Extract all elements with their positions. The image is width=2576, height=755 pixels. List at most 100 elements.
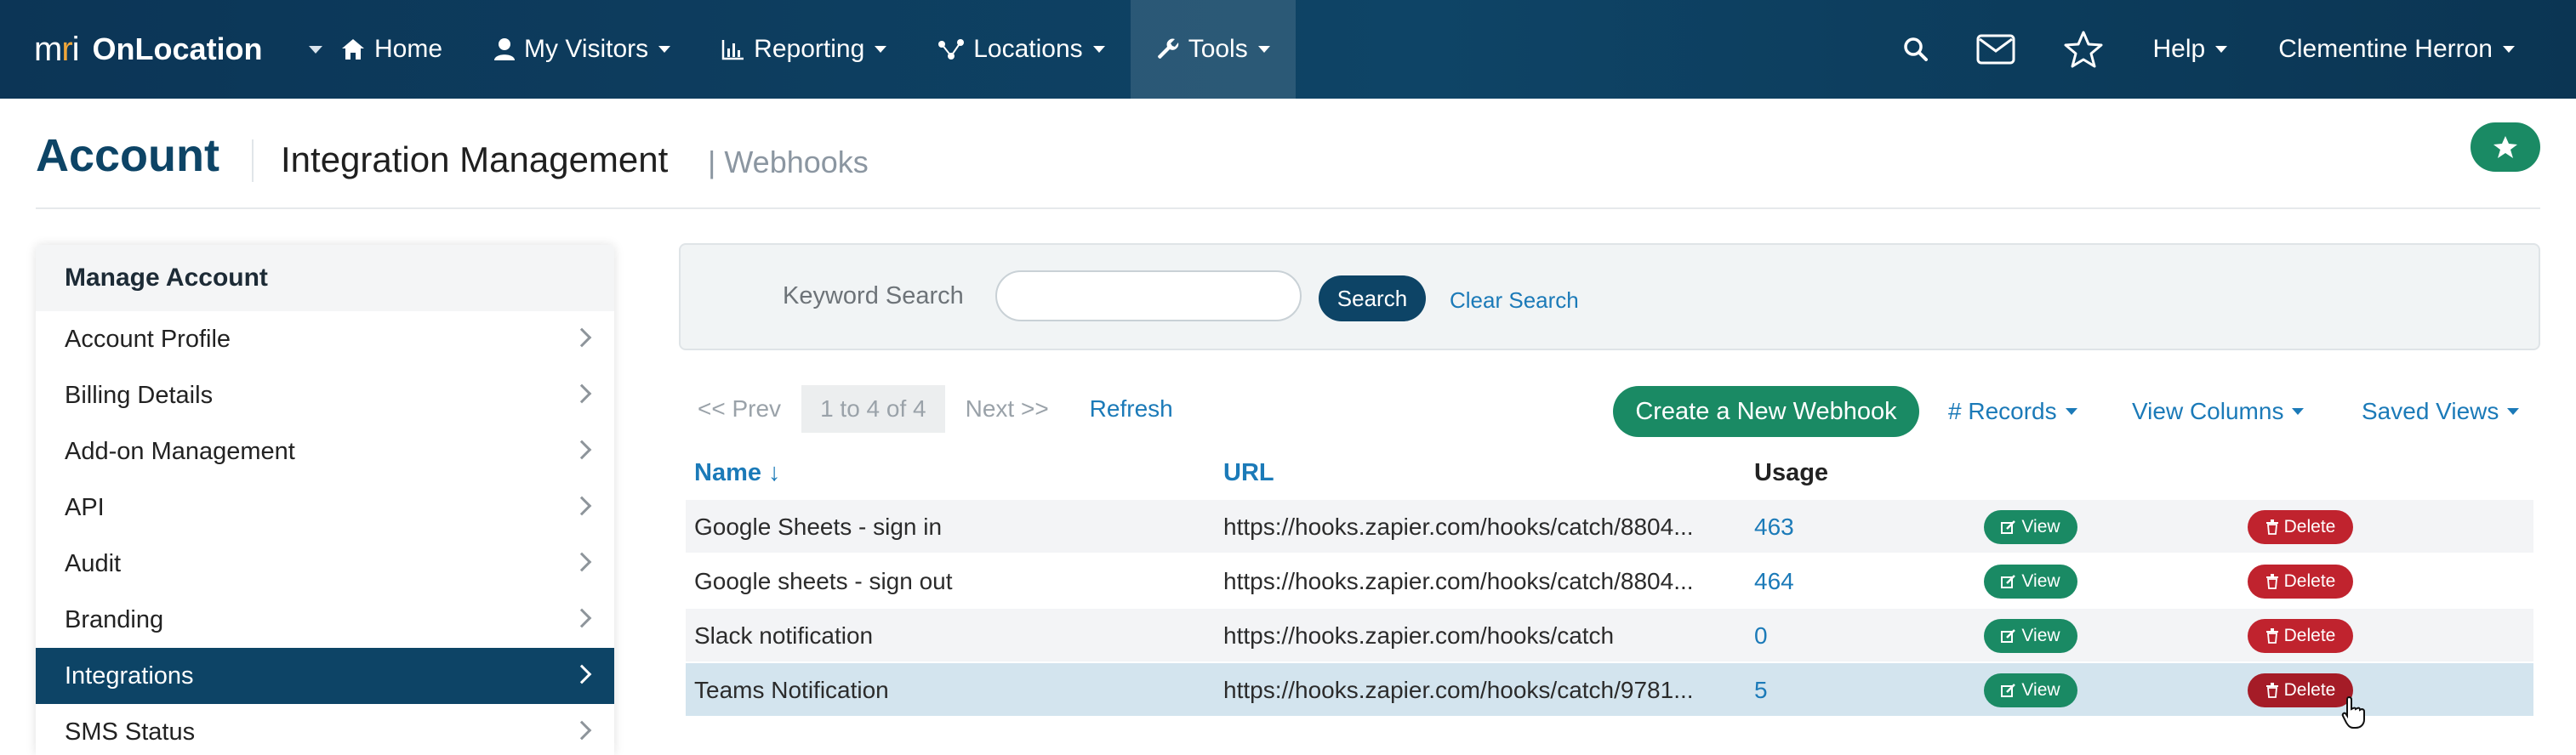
view-button[interactable]: View: [1984, 565, 2077, 599]
search-button[interactable]: [1879, 0, 1952, 99]
nav-help-label: Help: [2152, 35, 2206, 63]
usage-link[interactable]: 5: [1754, 677, 1768, 704]
edit-icon: [2001, 629, 2016, 643]
search-button[interactable]: Search: [1319, 275, 1426, 321]
hand-cursor-icon: [2341, 695, 2365, 729]
delete-button-label: Delete: [2283, 571, 2336, 591]
chevron-down-icon: [658, 46, 671, 53]
trash-icon: [2265, 628, 2278, 644]
delete-button[interactable]: Delete: [2248, 673, 2353, 707]
chevron-down-icon: [2292, 408, 2305, 415]
nav-locations[interactable]: Locations: [912, 0, 1130, 99]
header-divider: [252, 139, 254, 182]
delete-button[interactable]: Delete: [2248, 619, 2353, 653]
top-navbar: mri OnLocation Home My Visitors Reportin…: [0, 0, 2576, 99]
chevron-down-icon: [2503, 46, 2515, 53]
sidebar-item-label: API: [65, 493, 105, 521]
nav-my-visitors[interactable]: My Visitors: [468, 0, 696, 99]
usage-link[interactable]: 0: [1754, 622, 1768, 650]
sidebar-item-sms-status[interactable]: SMS Status: [36, 704, 614, 755]
clear-search-link[interactable]: Clear Search: [1450, 287, 1579, 314]
page-title: Account: [36, 130, 219, 181]
usage-link[interactable]: 464: [1754, 568, 1794, 595]
chevron-down-icon: [875, 46, 887, 53]
view-button[interactable]: View: [1984, 619, 2077, 653]
webhook-url: https://hooks.zapier.com/hooks/catch: [1223, 622, 1615, 649]
sidebar-item-label: Integrations: [65, 661, 194, 690]
nav-reporting[interactable]: Reporting: [696, 0, 912, 99]
prev-page-link[interactable]: << Prev: [698, 395, 781, 423]
delete-button[interactable]: Delete: [2248, 510, 2353, 544]
view-button[interactable]: View: [1984, 510, 2077, 544]
brand-name: OnLocation: [92, 31, 263, 66]
column-header-url[interactable]: URL: [1223, 459, 1274, 487]
saved-views-label: Saved Views: [2362, 398, 2499, 424]
sidebar-item-addon-management[interactable]: Add-on Management: [36, 423, 614, 480]
trash-icon: [2265, 519, 2278, 535]
table-row[interactable]: Google sheets - sign out https://hooks.z…: [686, 554, 2533, 607]
view-columns-label: View Columns: [2132, 398, 2284, 424]
user-name: Clementine Herron: [2278, 35, 2493, 63]
sidebar-heading: Manage Account: [36, 245, 614, 311]
trash-icon: [2265, 683, 2278, 698]
section-subtitle: | Webhooks: [708, 145, 869, 179]
nav-tools-label: Tools: [1188, 35, 1248, 63]
delete-button[interactable]: Delete: [2248, 565, 2353, 599]
nav-reporting-label: Reporting: [754, 35, 865, 63]
records-dropdown[interactable]: # Records: [1948, 398, 2077, 425]
table-row[interactable]: Google Sheets - sign in https://hooks.za…: [686, 500, 2533, 553]
sidebar-item-api[interactable]: API: [36, 480, 614, 536]
view-button-label: View: [2021, 680, 2060, 700]
column-header-name[interactable]: Name ↓: [694, 459, 781, 487]
refresh-link[interactable]: Refresh: [1090, 395, 1173, 423]
envelope-icon: [1976, 34, 2015, 65]
messages-button[interactable]: [1952, 0, 2039, 99]
chevron-down-icon: [2065, 408, 2077, 415]
webhook-name: Google Sheets - sign in: [694, 514, 943, 540]
wrench-icon: [1157, 38, 1178, 59]
bar-chart-icon: [721, 40, 744, 60]
home-icon: [342, 39, 364, 60]
sidebar-item-branding[interactable]: Branding: [36, 592, 614, 648]
edit-icon: [2001, 520, 2016, 534]
favorites-button[interactable]: [2039, 0, 2128, 99]
user-menu[interactable]: Clementine Herron: [2253, 0, 2576, 99]
webhook-name: Teams Notification: [694, 677, 889, 703]
nav-tools[interactable]: Tools: [1130, 0, 1296, 99]
trash-icon: [2265, 574, 2278, 589]
sidebar-item-label: Account Profile: [65, 325, 231, 353]
table-row[interactable]: Slack notification https://hooks.zapier.…: [686, 609, 2533, 661]
star-icon: [2493, 136, 2517, 158]
sidebar-item-label: Billing Details: [65, 381, 214, 409]
table-row[interactable]: Teams Notification https://hooks.zapier.…: [686, 663, 2533, 716]
view-button-label: View: [2021, 571, 2060, 591]
chevron-right-icon: [572, 440, 592, 460]
sidebar-item-audit[interactable]: Audit: [36, 536, 614, 592]
sidebar-item-account-profile[interactable]: Account Profile: [36, 311, 614, 367]
view-button-label: View: [2021, 626, 2060, 645]
webhook-name: Google sheets - sign out: [694, 568, 953, 594]
page-header: Account Integration Management | Webhook…: [36, 122, 2540, 209]
manage-account-sidebar: Manage Account Account Profile Billing D…: [36, 245, 614, 755]
next-page-link[interactable]: Next >>: [966, 395, 1049, 423]
pager: << Prev 1 to 4 of 4 Next >> Refresh: [698, 384, 1173, 434]
delete-button-label: Delete: [2283, 626, 2336, 645]
chevron-down-icon: [1092, 46, 1105, 53]
create-webhook-button[interactable]: Create a New Webhook: [1613, 386, 1919, 437]
record-count: 1 to 4 of 4: [801, 385, 945, 433]
sidebar-item-billing-details[interactable]: Billing Details: [36, 367, 614, 423]
webhook-url: https://hooks.zapier.com/hooks/catch/880…: [1223, 568, 1694, 594]
edit-icon: [2001, 684, 2016, 697]
view-columns-dropdown[interactable]: View Columns: [2132, 398, 2305, 425]
nav-help[interactable]: Help: [2128, 0, 2254, 99]
keyword-search-input[interactable]: [995, 270, 1302, 321]
add-favorite-button[interactable]: [2471, 122, 2540, 172]
view-button[interactable]: View: [1984, 673, 2077, 707]
records-dropdown-label: # Records: [1948, 398, 2057, 424]
webhook-url: https://hooks.zapier.com/hooks/catch/978…: [1223, 677, 1694, 703]
saved-views-dropdown[interactable]: Saved Views: [2362, 398, 2520, 425]
brand[interactable]: mri OnLocation: [34, 0, 322, 99]
nav-home[interactable]: Home: [315, 0, 468, 99]
sidebar-item-integrations[interactable]: Integrations: [36, 648, 614, 704]
usage-link[interactable]: 463: [1754, 514, 1794, 541]
